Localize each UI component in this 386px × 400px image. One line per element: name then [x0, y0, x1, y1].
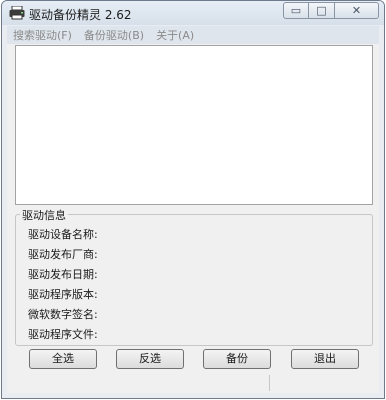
select-all-button[interactable]: 全选: [29, 349, 97, 369]
exit-button[interactable]: 退出: [291, 349, 359, 369]
app-printer-icon: [9, 6, 25, 20]
status-divider: [269, 375, 270, 391]
caption-buttons: ▭ □ ✕: [283, 2, 379, 19]
close-button[interactable]: ✕: [335, 2, 379, 19]
title-bar[interactable]: 驱动备份精灵 2.62 ▭ □ ✕: [2, 1, 384, 25]
window-title: 驱动备份精灵 2.62: [29, 8, 132, 22]
release-date-label: 驱动发布日期:: [28, 268, 98, 281]
invert-selection-button[interactable]: 反选: [116, 349, 184, 369]
maximize-button[interactable]: □: [309, 2, 335, 19]
backup-button[interactable]: 备份: [203, 349, 271, 369]
status-bar: [7, 373, 379, 393]
driver-list[interactable]: [15, 45, 373, 205]
client-area: 驱动信息 驱动设备名称: 驱动发布厂商: 驱动发布日期: 驱动程序版本: 微软数…: [7, 44, 379, 393]
minimize-button[interactable]: ▭: [283, 2, 309, 19]
app-window: 驱动备份精灵 2.62 ▭ □ ✕ 搜索驱动(F) 备份驱动(B) 关于(A) …: [1, 0, 385, 399]
menu-about[interactable]: 关于(A): [150, 27, 200, 43]
menu-bar: 搜索驱动(F) 备份驱动(B) 关于(A): [7, 26, 379, 45]
maximize-icon: □: [316, 4, 327, 17]
driver-info-title: 驱动信息: [20, 207, 68, 223]
minimize-icon: ▭: [290, 4, 302, 17]
menu-backup-drivers[interactable]: 备份驱动(B): [78, 27, 150, 43]
device-name-label: 驱动设备名称:: [28, 228, 98, 241]
driver-version-label: 驱动程序版本:: [28, 288, 98, 301]
vendor-label: 驱动发布厂商:: [28, 248, 98, 261]
driver-info-group: 驱动信息 驱动设备名称: 驱动发布厂商: 驱动发布日期: 驱动程序版本: 微软数…: [15, 207, 373, 346]
close-icon: ✕: [351, 4, 362, 17]
digital-signature-label: 微软数字签名:: [28, 308, 98, 321]
driver-files-label: 驱动程序文件:: [28, 328, 98, 341]
menu-search-drivers[interactable]: 搜索驱动(F): [7, 27, 78, 43]
